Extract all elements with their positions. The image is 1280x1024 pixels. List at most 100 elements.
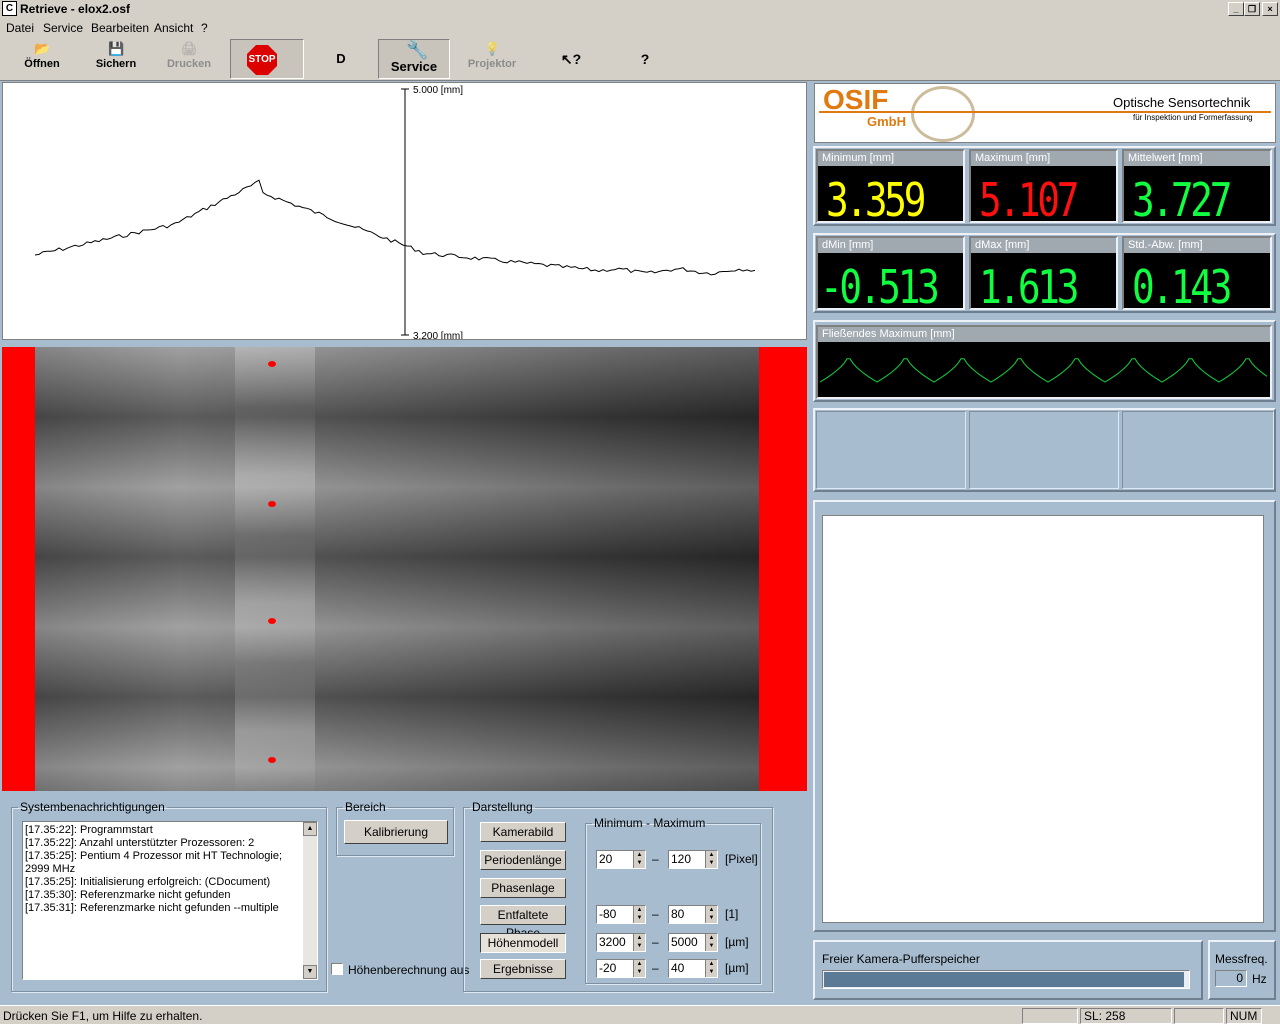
result-max-value: 40 [671, 961, 685, 975]
freq-value: 0 [1215, 970, 1247, 987]
open-button[interactable]: 📂 Öffnen [12, 39, 72, 79]
menu-bearbeiten[interactable]: Bearbeiten [91, 21, 149, 35]
profile-plot-svg: 5.000 [mm] 3.200 [mm] [34, 85, 756, 342]
wrench-icon: 🔧 [406, 40, 429, 60]
menu-bar: Datei Service Bearbeiten Ansicht ? [0, 18, 1280, 37]
dmin-value: -0.513 [820, 260, 940, 314]
mean-display: Mittelwert [mm] 3.727 [1122, 149, 1272, 227]
menu-datei[interactable]: Datei [6, 21, 34, 35]
maximum-value: 5.107 [979, 173, 1079, 227]
context-help-button[interactable]: ↖? [556, 39, 586, 79]
save-label: Sichern [95, 58, 137, 70]
dmax-display: dMax [mm] 1.613 [969, 236, 1118, 314]
restore-button[interactable]: ❐ [1244, 2, 1260, 16]
service-button[interactable]: 🔧 Service [378, 39, 450, 79]
menu-ansicht[interactable]: Ansicht [154, 21, 193, 35]
scroll-down-button[interactable]: ▼ [303, 965, 317, 979]
minimum-value: 3.359 [826, 173, 926, 227]
company-logo: OSIF GmbH Optische Sensortechnik für Ins… [814, 83, 1276, 143]
logo-line [819, 111, 1271, 113]
status-bar: Drücken Sie F1, um Hilfe zu erhalten. SL… [0, 1005, 1280, 1024]
help-button[interactable]: ? [630, 39, 660, 79]
log-scrollbar[interactable]: ▲ ▼ [303, 822, 317, 979]
empty-slot-2 [969, 411, 1119, 489]
projector-label: Projektor [467, 58, 517, 70]
right-mask [759, 347, 807, 791]
bulb-icon: 💡 [484, 41, 501, 56]
profile-plot: 5.000 [mm] 3.200 [mm] [2, 82, 807, 342]
status-num: NUM [1226, 1008, 1262, 1024]
window-title: Retrieve - elox2.osf [20, 2, 131, 16]
result-min-value: -20 [599, 961, 617, 975]
dmin-display: dMin [mm] -0.513 [816, 236, 965, 314]
floating-max-graph [819, 358, 1268, 383]
result-min-stepper[interactable]: -20 ▲ ▼ [596, 959, 646, 978]
stepper-arrows-icon[interactable]: ▲ ▼ [705, 934, 717, 951]
minimize-button[interactable]: _ [1228, 2, 1244, 16]
stepper-arrows-icon[interactable]: ▲ ▼ [705, 851, 717, 868]
stepper-arrows-icon[interactable]: ▲ ▼ [633, 934, 645, 951]
stepper-arrows-icon[interactable]: ▲ ▼ [705, 906, 717, 923]
menu-help[interactable]: ? [201, 21, 208, 35]
close-button[interactable]: × [1262, 2, 1278, 16]
status-panel-caps [1174, 1008, 1224, 1024]
log-line: [17.35:31]: Referenzmarke nicht gefunden… [25, 902, 279, 914]
kamerabild-button[interactable]: Kamerabild [480, 822, 566, 842]
stop-button[interactable]: STOP [230, 39, 304, 79]
phasenlage-button[interactable]: Phasenlage [480, 878, 566, 898]
phase-min-stepper[interactable]: -80 ▲ ▼ [596, 905, 646, 924]
save-button[interactable]: 💾 Sichern [86, 39, 146, 79]
projector-button[interactable]: 💡 Projektor [456, 39, 528, 79]
mean-value: 3.727 [1132, 173, 1232, 227]
periodenlaenge-button[interactable]: Periodenlänge [480, 850, 566, 870]
pixel-max-stepper[interactable]: 120 ▲ ▼ [668, 850, 718, 869]
hoehenmodell-button[interactable]: Höhenmodell [480, 933, 566, 953]
result-max-stepper[interactable]: 40 ▲ ▼ [668, 959, 718, 978]
empty-slot-1 [816, 411, 966, 489]
result-view [822, 515, 1264, 923]
status-sl: SL: 258 [1080, 1008, 1172, 1024]
log-line: [17.35:30]: Referenzmarke nicht gefunden [25, 889, 231, 901]
d-button[interactable]: D [318, 39, 364, 79]
plot-top-label: 5.000 [mm] [413, 85, 463, 96]
floppy-disk-icon: 💾 [108, 41, 125, 56]
logo-brand-sub: GmbH [867, 114, 906, 129]
height-min-value: 3200 [599, 935, 626, 949]
stepper-arrows-icon[interactable]: ▲ ▼ [633, 906, 645, 923]
pixel-min-stepper[interactable]: 20 ▲ ▼ [596, 850, 646, 869]
stepper-arrows-icon[interactable]: ▲ ▼ [705, 960, 717, 977]
height-calc-checkbox[interactable] [331, 963, 343, 975]
calibration-button[interactable]: Kalibrierung [344, 820, 448, 844]
status-hint: Drücken Sie F1, um Hilfe zu erhalten. [3, 1009, 203, 1023]
range-dash: – [652, 852, 659, 866]
logo-tagline: Optische Sensortechnik [1113, 95, 1251, 110]
reference-marker [268, 757, 276, 763]
log-line: [17.35:25]: Pentium 4 Prozessor mit HT T… [25, 850, 283, 875]
bereich-legend: Bereich [345, 800, 386, 814]
ergebnisse-button[interactable]: Ergebnisse [480, 959, 566, 979]
stepper-arrows-icon[interactable]: ▲ ▼ [633, 960, 645, 977]
entfaltete-phase-button[interactable]: Entfaltete Phase [480, 905, 566, 940]
floating-max-line [819, 358, 1268, 383]
menu-service[interactable]: Service [43, 21, 83, 35]
freq-label: Messfreq. [1215, 952, 1268, 966]
fringe-pattern [35, 347, 759, 791]
phase-max-stepper[interactable]: 80 ▲ ▼ [668, 905, 718, 924]
height-unit: [µm] [725, 935, 749, 949]
scroll-up-button[interactable]: ▲ [303, 822, 317, 836]
print-button[interactable]: 🖨 Drucken [158, 39, 220, 79]
pixel-unit: [Pixel] [725, 852, 758, 866]
system-messages-log[interactable]: [17.35:22]: Programmstart [17.35:22]: Anz… [22, 821, 318, 980]
stepper-arrows-icon[interactable]: ▲ ▼ [633, 851, 645, 868]
reference-marker [268, 501, 276, 507]
floating-max-label: Fließendes Maximum [mm] [818, 327, 1270, 342]
folder-open-icon: 📂 [34, 41, 51, 56]
phase-min-value: -80 [599, 907, 617, 921]
service-label: Service [390, 59, 438, 74]
printer-icon: 🖨 [181, 41, 198, 56]
print-label: Drucken [166, 58, 212, 70]
bright-band [235, 347, 315, 791]
range-dash: – [652, 935, 659, 949]
height-min-stepper[interactable]: 3200 ▲ ▼ [596, 933, 646, 952]
height-max-stepper[interactable]: 5000 ▲ ▼ [668, 933, 718, 952]
